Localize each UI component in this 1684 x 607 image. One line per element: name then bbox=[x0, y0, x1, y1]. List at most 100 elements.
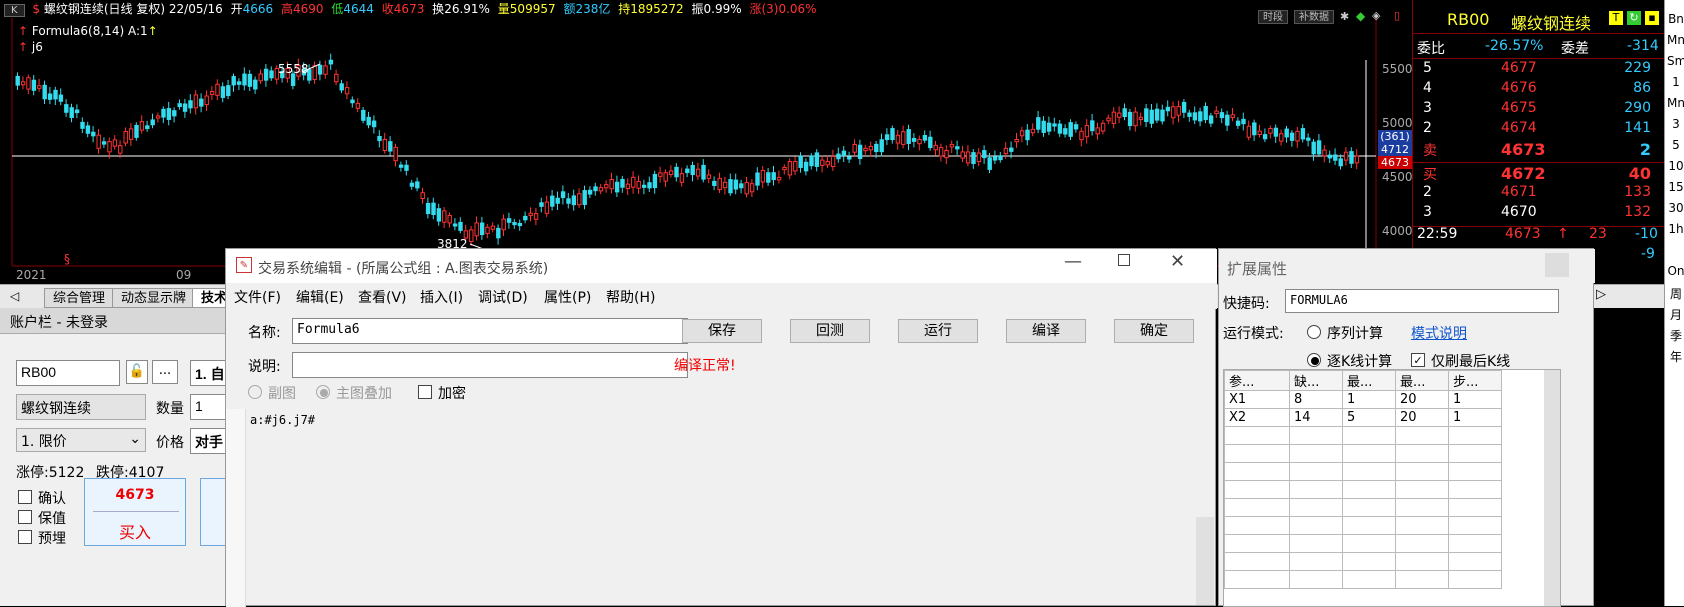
maximize-icon[interactable]: ▯ bbox=[1394, 9, 1400, 22]
lock-icon[interactable]: 🔓 bbox=[126, 360, 148, 384]
menu-properties[interactable]: 属性(P) bbox=[544, 287, 591, 307]
kline-chart[interactable]: K $ 螺纹钢连续(日线 复权) 22/05/16 开4666 高4690 低4… bbox=[0, 0, 1413, 284]
account-code-field[interactable]: RB00 bbox=[16, 360, 120, 386]
formula-code[interactable]: a:#j6.j7# bbox=[250, 413, 315, 427]
param-cell[interactable]: 14 bbox=[1289, 408, 1343, 427]
param-cell[interactable] bbox=[1342, 462, 1396, 481]
param-cell[interactable] bbox=[1342, 552, 1396, 571]
param-cell[interactable] bbox=[1448, 444, 1502, 463]
param-cell[interactable]: 5 bbox=[1342, 408, 1396, 427]
fill-data-button[interactable]: 补数据 bbox=[1294, 10, 1334, 24]
indicator-j6[interactable]: ↑ j6 bbox=[18, 40, 43, 54]
period-side-strip[interactable]: Bn Mn Sm 1 Mn 3 5 10 15 30 1h On 周月季年 bbox=[1664, 0, 1684, 606]
backtest-button[interactable]: 回测 bbox=[790, 319, 870, 343]
table-row[interactable] bbox=[1224, 480, 1502, 499]
period-button[interactable]: 1 bbox=[1667, 75, 1684, 89]
period-button[interactable]: 年 bbox=[1667, 348, 1684, 365]
param-cell[interactable] bbox=[1395, 462, 1449, 481]
param-cell[interactable] bbox=[1395, 498, 1449, 517]
param-cell[interactable]: 1 bbox=[1448, 390, 1502, 409]
param-cell[interactable] bbox=[1395, 480, 1449, 499]
scroll-left-icon[interactable]: ◁ bbox=[10, 289, 19, 303]
table-row[interactable] bbox=[1224, 570, 1502, 589]
param-table-scrollbar[interactable] bbox=[1544, 370, 1560, 606]
ask-row[interactable]: 卖 4673 2 bbox=[1413, 140, 1665, 160]
param-col-header[interactable]: 参... bbox=[1224, 370, 1290, 391]
period-button[interactable]: Mn bbox=[1667, 33, 1684, 47]
param-col-header[interactable]: 缺... bbox=[1289, 370, 1343, 391]
param-cell[interactable] bbox=[1224, 498, 1290, 517]
param-col-header[interactable]: 最... bbox=[1395, 370, 1449, 391]
time-range-button[interactable]: 时段 bbox=[1258, 10, 1288, 24]
param-cell[interactable]: 20 bbox=[1395, 390, 1449, 409]
param-cell[interactable] bbox=[1342, 498, 1396, 517]
period-button[interactable]: On bbox=[1667, 264, 1684, 278]
k-calc-radio[interactable] bbox=[1307, 353, 1321, 367]
param-cell[interactable] bbox=[1224, 552, 1290, 571]
param-cell[interactable] bbox=[1224, 480, 1290, 499]
param-cell[interactable] bbox=[1395, 570, 1449, 589]
formula-name-input[interactable]: Formula6 bbox=[292, 318, 688, 344]
param-cell[interactable]: X2 bbox=[1224, 408, 1290, 427]
param-cell[interactable] bbox=[1448, 534, 1502, 553]
gear-icon[interactable]: ✱ bbox=[1340, 10, 1349, 23]
tools-icon[interactable]: ⚒ ⊕ ✕ bbox=[1596, 311, 1638, 326]
editor-scrollbar[interactable] bbox=[1196, 517, 1214, 605]
encrypt-checkbox[interactable] bbox=[418, 385, 432, 399]
table-row[interactable] bbox=[1224, 462, 1502, 481]
param-cell[interactable] bbox=[1342, 444, 1396, 463]
param-cell[interactable] bbox=[1289, 516, 1343, 535]
indicator-formula6[interactable]: ↑ Formula6(8,14) A:1↑ bbox=[18, 24, 158, 38]
ask-row[interactable]: 4 4676 86 bbox=[1413, 80, 1665, 100]
param-cell[interactable]: X1 bbox=[1224, 390, 1290, 409]
tab-dynamic-board[interactable]: 动态显示牌 bbox=[112, 288, 196, 308]
seq-calc-radio[interactable] bbox=[1307, 325, 1321, 339]
compile-button[interactable]: 编译 bbox=[1006, 319, 1086, 343]
param-cell[interactable] bbox=[1448, 516, 1502, 535]
more-button[interactable]: ... bbox=[152, 360, 178, 384]
auto-field[interactable]: 1. 自 bbox=[190, 360, 230, 386]
param-cell[interactable] bbox=[1289, 534, 1343, 553]
table-row[interactable] bbox=[1224, 552, 1502, 571]
param-cell[interactable] bbox=[1448, 426, 1502, 445]
param-cell[interactable] bbox=[1448, 498, 1502, 517]
param-cell[interactable] bbox=[1342, 480, 1396, 499]
param-cell[interactable] bbox=[1395, 534, 1449, 553]
bid-row[interactable]: 买 4672 40 bbox=[1413, 164, 1665, 184]
param-cell[interactable] bbox=[1448, 552, 1502, 571]
param-cell[interactable] bbox=[1224, 534, 1290, 553]
param-cell[interactable]: 1 bbox=[1342, 390, 1396, 409]
subchart-radio[interactable] bbox=[248, 385, 262, 399]
candlestick-canvas[interactable] bbox=[0, 0, 1412, 284]
menu-file[interactable]: 文件(F) bbox=[234, 287, 281, 307]
period-button[interactable]: 月 bbox=[1667, 306, 1684, 323]
table-row[interactable]: X2 14 5 20 1 bbox=[1224, 408, 1502, 427]
only-last-checkbox[interactable]: ✓ bbox=[1411, 353, 1425, 367]
menu-insert[interactable]: 插入(I) bbox=[420, 287, 463, 307]
run-button[interactable]: 运行 bbox=[898, 319, 978, 343]
period-button[interactable]: 季 bbox=[1667, 327, 1684, 344]
keep-checkbox[interactable] bbox=[18, 510, 32, 524]
price-field[interactable]: 对手 bbox=[190, 428, 230, 454]
param-cell[interactable] bbox=[1224, 570, 1290, 589]
param-col-header[interactable]: 步... bbox=[1448, 370, 1502, 391]
period-button[interactable]: Sm bbox=[1667, 54, 1684, 68]
period-button[interactable]: K bbox=[4, 4, 25, 17]
event-marker[interactable]: § bbox=[64, 252, 70, 266]
period-button[interactable]: 10 bbox=[1667, 159, 1684, 173]
table-row[interactable] bbox=[1224, 498, 1502, 517]
param-cell[interactable] bbox=[1342, 516, 1396, 535]
param-cell[interactable] bbox=[1224, 462, 1290, 481]
table-row[interactable] bbox=[1224, 516, 1502, 535]
save-button[interactable]: 保存 bbox=[682, 319, 762, 343]
param-cell[interactable] bbox=[1224, 426, 1290, 445]
t-icon[interactable]: T bbox=[1609, 11, 1623, 25]
param-cell[interactable] bbox=[1342, 570, 1396, 589]
param-cell[interactable] bbox=[1289, 552, 1343, 571]
bid-row[interactable]: 2 4671 133 bbox=[1413, 184, 1665, 204]
description-input[interactable] bbox=[292, 352, 688, 378]
period-button[interactable]: 5 bbox=[1667, 138, 1684, 152]
ask-row[interactable]: 5 4677 229 bbox=[1413, 60, 1665, 80]
ok-button[interactable]: 确定 bbox=[1114, 319, 1194, 343]
param-cell[interactable] bbox=[1289, 426, 1343, 445]
